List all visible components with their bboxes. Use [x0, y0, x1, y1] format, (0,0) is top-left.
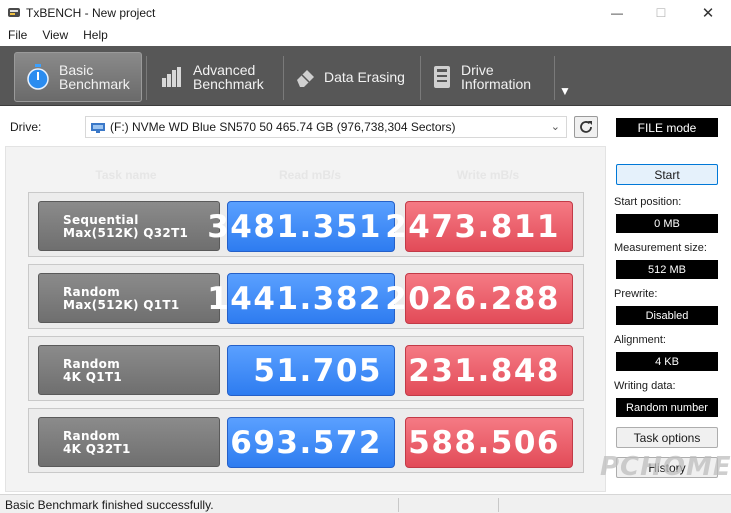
tab-basic-benchmark[interactable]: Basic Benchmark — [14, 52, 142, 102]
app-icon — [8, 8, 20, 17]
task-button-rnd-max-q1t1[interactable]: Random Max(512K) Q1T1 — [38, 273, 220, 323]
file-mode-indicator: FILE mode — [616, 118, 718, 137]
toolbar: Basic Benchmark Advanced Benchmark Data … — [0, 46, 731, 106]
tab-advanced-line1: Advanced — [193, 62, 256, 78]
drive-select-value: (F:) NVMe WD Blue SN570 50 465.74 GB (97… — [110, 120, 456, 134]
tab-drive-information[interactable]: Drive Information — [423, 52, 553, 102]
read-value: 3481.351 — [207, 201, 395, 252]
task-name-line2: Max(512K) Q1T1 — [63, 298, 180, 312]
prewrite-label: Prewrite: — [614, 288, 658, 300]
result-row-2: Random Max(512K) Q1T1 1441.382 2026.288 — [28, 264, 584, 329]
toolbar-separator — [146, 56, 147, 100]
eraser-icon — [292, 62, 318, 92]
read-value: 1441.382 — [207, 273, 395, 324]
drive-label: Drive: — [10, 120, 42, 134]
menu-bar: File View Help — [0, 26, 731, 46]
measurement-size-value[interactable]: 512 MB — [616, 260, 718, 279]
task-options-button[interactable]: Task options — [616, 427, 718, 448]
stopwatch-icon — [25, 62, 51, 92]
drive-info-icon — [429, 62, 455, 92]
write-value: 2026.288 — [385, 273, 573, 324]
tab-drive-line2: Information — [461, 76, 532, 92]
maximize-button[interactable]: ☐ — [638, 0, 684, 26]
writing-data-value[interactable]: Random number — [616, 398, 718, 417]
write-value: 2473.811 — [385, 201, 573, 252]
watermark: PCHOME — [600, 452, 731, 482]
chevron-down-icon: ⌄ — [550, 121, 560, 133]
menu-help[interactable]: Help — [75, 26, 115, 46]
start-position-label: Start position: — [614, 196, 682, 208]
menu-view[interactable]: View — [34, 26, 75, 46]
tab-advanced-line2: Benchmark — [193, 76, 264, 92]
writing-data-label: Writing data: — [614, 380, 676, 392]
task-button-seq-q32t1[interactable]: Sequential Max(512K) Q32T1 — [38, 201, 220, 251]
start-position-value[interactable]: 0 MB — [616, 214, 718, 233]
start-button[interactable]: Start — [616, 164, 718, 185]
toolbar-separator — [554, 56, 555, 100]
alignment-label: Alignment: — [614, 334, 666, 346]
window-title: TxBENCH - New project — [26, 6, 156, 20]
drive-select[interactable]: (F:) NVMe WD Blue SN570 50 465.74 GB (97… — [85, 116, 567, 138]
menu-file[interactable]: File — [0, 26, 34, 46]
tab-basic-line2: Benchmark — [59, 76, 130, 92]
tab-basic-label: Basic Benchmark — [59, 63, 130, 91]
write-value: 231.848 — [405, 345, 573, 396]
status-message: Basic Benchmark finished successfully. — [5, 498, 214, 512]
prewrite-value[interactable]: Disabled — [616, 306, 718, 325]
task-name-line2: 4K Q32T1 — [63, 442, 131, 456]
tab-erasing-label: Data Erasing — [324, 69, 405, 85]
refresh-button[interactable] — [574, 116, 598, 138]
result-row-1: Sequential Max(512K) Q32T1 3481.351 2473… — [28, 192, 584, 257]
read-value: 51.705 — [227, 345, 395, 396]
task-name-line2: Max(512K) Q32T1 — [63, 226, 189, 240]
result-row-3: Random 4K Q1T1 51.705 231.848 — [28, 336, 584, 401]
tab-basic-line1: Basic — [59, 62, 94, 78]
minimize-button[interactable]: — — [594, 0, 640, 26]
status-separator — [398, 498, 399, 512]
alignment-value[interactable]: 4 KB — [616, 352, 718, 371]
tab-drive-line1: Drive — [461, 62, 494, 78]
tab-drive-label: Drive Information — [461, 63, 531, 91]
task-button-rnd-4k-q32t1[interactable]: Random 4K Q32T1 — [38, 417, 220, 467]
read-value: 693.572 — [227, 417, 395, 468]
toolbar-more-icon[interactable]: ▼ — [559, 84, 571, 98]
toolbar-separator — [283, 56, 284, 100]
task-button-rnd-4k-q1t1[interactable]: Random 4K Q1T1 — [38, 345, 220, 395]
task-name-line2: 4K Q1T1 — [63, 370, 123, 384]
write-value: 588.506 — [405, 417, 573, 468]
close-button[interactable]: ✕ — [685, 0, 731, 26]
drive-icon — [91, 123, 105, 133]
column-header-read: Read mB/s — [278, 168, 342, 182]
bar-chart-icon — [159, 62, 185, 92]
status-bar: Basic Benchmark finished successfully. — [0, 494, 731, 513]
measurement-size-label: Measurement size: — [614, 242, 707, 254]
status-separator — [498, 498, 499, 512]
title-bar: TxBENCH - New project — ☐ ✕ — [0, 0, 731, 26]
tab-advanced-label: Advanced Benchmark — [193, 63, 264, 91]
tab-data-erasing[interactable]: Data Erasing — [286, 52, 416, 102]
refresh-icon — [580, 121, 592, 133]
result-row-4: Random 4K Q32T1 693.572 588.506 — [28, 408, 584, 473]
toolbar-separator — [420, 56, 421, 100]
column-header-write: Write mB/s — [456, 168, 520, 182]
column-header-task: Task name — [95, 168, 157, 182]
tab-advanced-benchmark[interactable]: Advanced Benchmark — [149, 52, 279, 102]
